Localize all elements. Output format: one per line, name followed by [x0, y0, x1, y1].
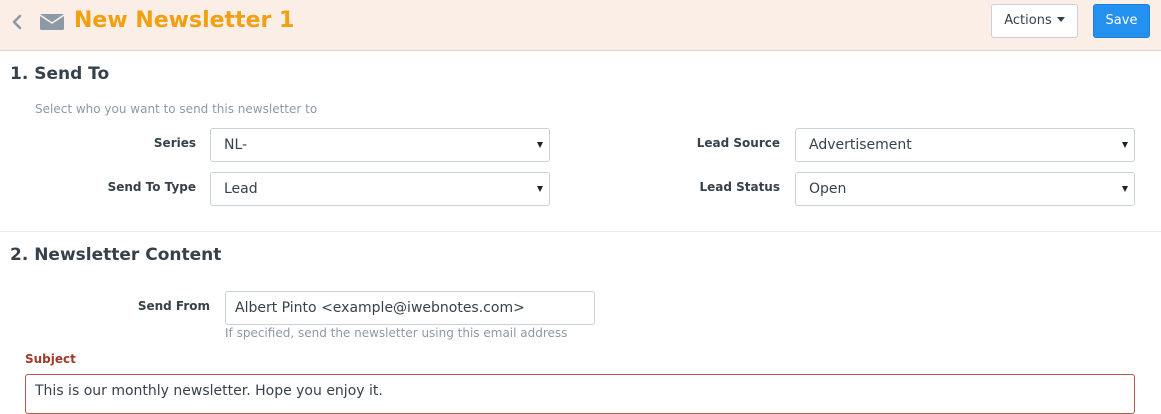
select-arrow-icon [1122, 186, 1128, 192]
lead-status-select[interactable]: Open [795, 172, 1135, 206]
send-to-type-select[interactable]: Lead [210, 172, 550, 206]
lead-source-select[interactable]: Advertisement [795, 128, 1135, 162]
send-from-input[interactable]: Albert Pinto <example@iwebnotes.com> [225, 291, 595, 325]
section-divider [0, 231, 1161, 232]
section-newsletter-content-title: 2. Newsletter Content [10, 245, 222, 265]
select-arrow-icon [537, 142, 543, 148]
actions-button[interactable]: Actions [991, 4, 1078, 38]
envelope-icon [40, 14, 64, 30]
lead-source-value: Advertisement [809, 137, 912, 153]
lead-status-value: Open [809, 181, 847, 197]
select-arrow-icon [537, 186, 543, 192]
lead-source-label: Lead Source [696, 136, 780, 150]
chevron-left-icon[interactable] [10, 13, 24, 31]
send-to-type-value: Lead [224, 181, 258, 197]
select-arrow-icon [1122, 142, 1128, 148]
series-value: NL- [224, 137, 248, 153]
send-to-help: Select who you want to send this newslet… [35, 102, 318, 116]
subject-label: Subject [25, 352, 76, 366]
series-label: Series [153, 136, 196, 150]
page-title: New Newsletter 1 [74, 8, 295, 33]
save-button[interactable]: Save [1093, 4, 1150, 38]
send-from-help: If specified, send the newsletter using … [225, 326, 568, 340]
series-select[interactable]: NL- [210, 128, 550, 162]
page-head: New Newsletter 1 Actions Save [0, 0, 1161, 51]
send-from-label: Send From [137, 299, 210, 313]
caret-down-icon [1056, 17, 1065, 22]
section-send-to-title: 1. Send To [10, 64, 110, 84]
subject-input[interactable]: This is our monthly newsletter. Hope you… [25, 374, 1135, 414]
send-to-type-label: Send To Type [107, 180, 196, 194]
actions-button-label: Actions [1004, 13, 1052, 28]
lead-status-label: Lead Status [699, 180, 780, 194]
